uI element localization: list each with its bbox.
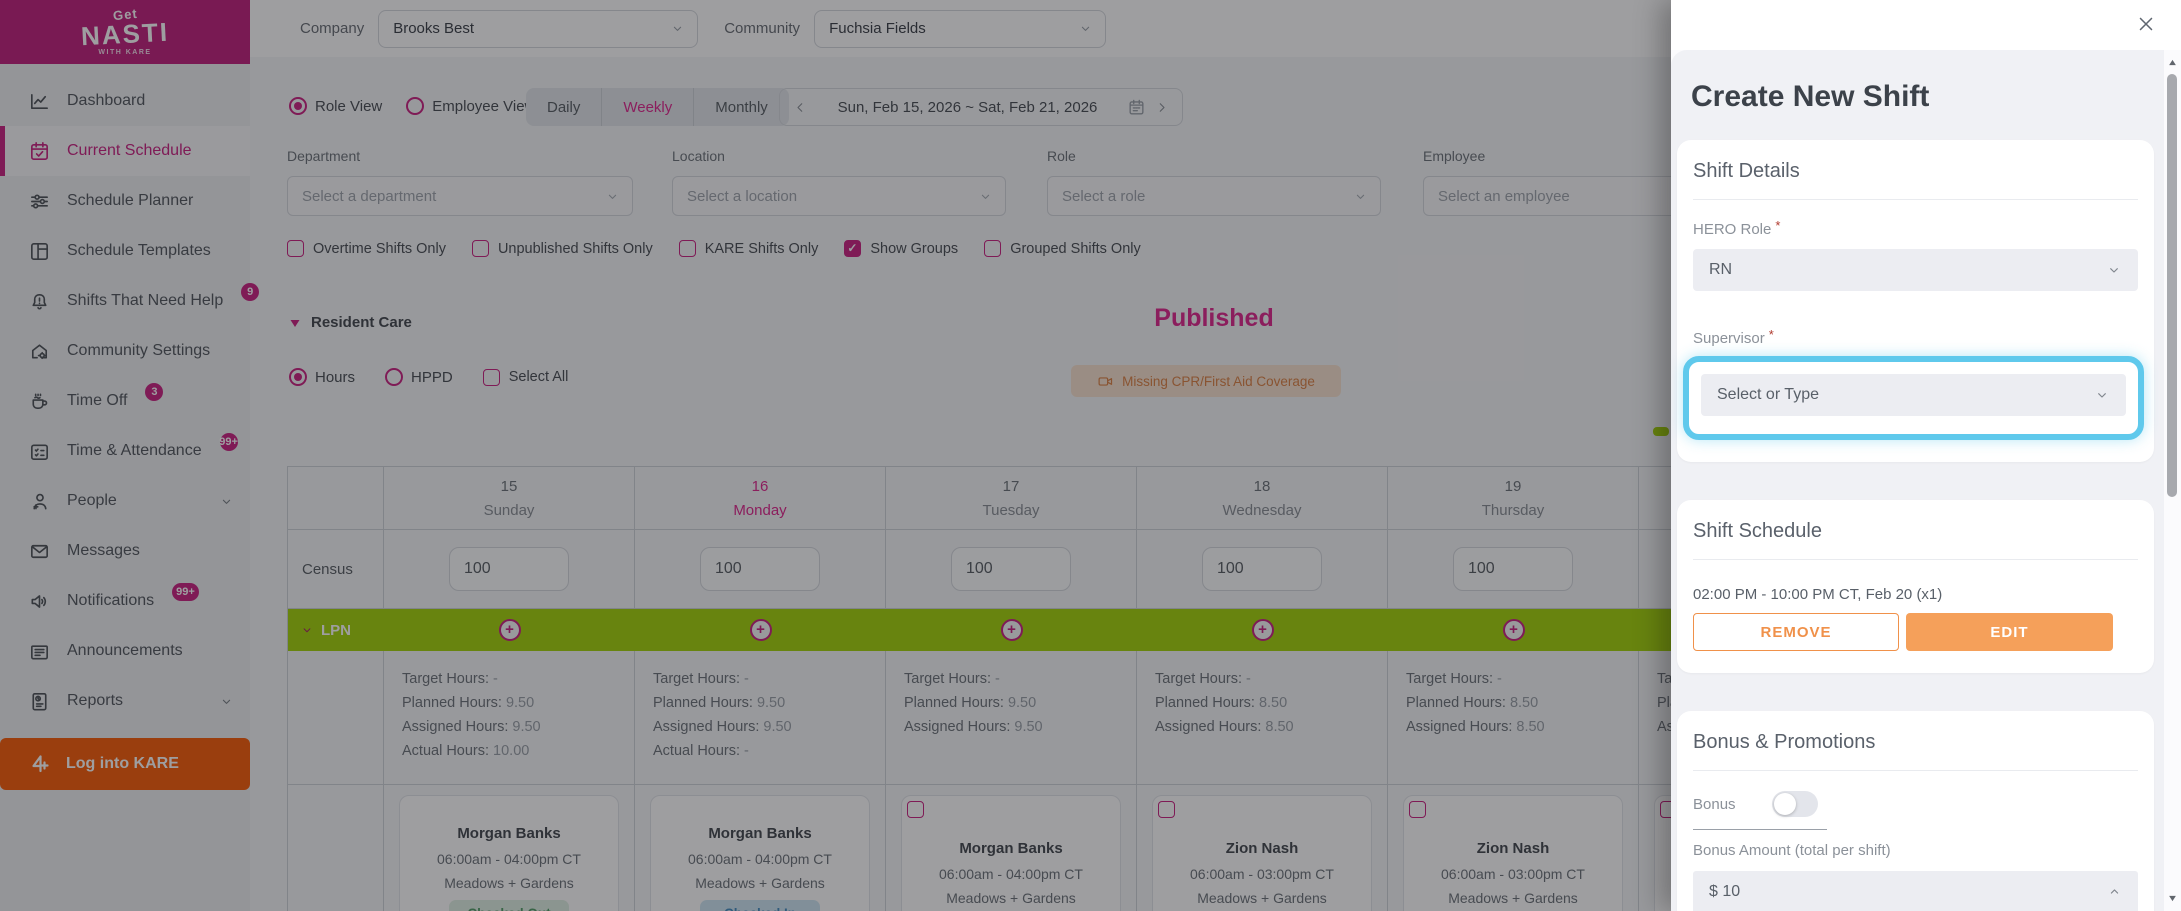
shift-schedule-heading: Shift Schedule <box>1693 520 2138 560</box>
drawer-header <box>1671 0 2181 50</box>
supervisor-select[interactable]: Select or Type <box>1701 374 2126 416</box>
scrollbar-thumb[interactable] <box>2167 74 2177 497</box>
shift-time-entry: 02:00 PM - 10:00 PM CT, Feb 20 (x1) <box>1693 586 1943 603</box>
supervisor-placeholder: Select or Type <box>1717 386 1819 403</box>
chevron-down-icon <box>2106 262 2122 278</box>
hero-role-value: RN <box>1709 261 1733 278</box>
drawer-title: Create New Shift <box>1691 80 1930 113</box>
shift-entry-actions: REMOVE EDIT <box>1693 613 2138 651</box>
shift-schedule-card: Shift Schedule 02:00 PM - 10:00 PM CT, F… <box>1677 500 2154 673</box>
bonus-label: Bonus <box>1693 795 1736 813</box>
shift-details-heading: Shift Details <box>1693 160 2138 200</box>
required-mark: * <box>1768 327 1774 342</box>
toggle-knob <box>1773 793 1796 815</box>
modal-overlay[interactable] <box>0 0 1671 911</box>
create-shift-drawer: Create New Shift Shift Details HERO Role… <box>1671 0 2181 911</box>
hero-role-label: HERO Role <box>1693 221 1772 238</box>
bonus-amount-label: Bonus Amount (total per shift) <box>1693 842 1891 859</box>
hero-role-select[interactable]: RN <box>1693 249 2138 291</box>
chevron-down-icon <box>2094 387 2110 403</box>
required-mark: * <box>1775 218 1781 233</box>
chevron-up-icon <box>2107 884 2122 899</box>
bonus-amount-input[interactable]: $ 10 <box>1693 871 2138 911</box>
bonus-promotions-card: Bonus & Promotions Bonus Bonus Amount (t… <box>1677 711 2154 911</box>
scroll-down-arrow-icon[interactable] <box>2167 894 2178 903</box>
close-icon[interactable] <box>2135 13 2157 35</box>
shift-details-card: Shift Details HERO Role * RN Supervisor * … <box>1677 140 2154 462</box>
app: Get NASTI WITH KARE Dashboard Current Sch… <box>0 0 2181 911</box>
bonus-amount-value: $ 10 <box>1709 882 1741 900</box>
bonus-toggle[interactable] <box>1771 791 1818 817</box>
scroll-up-arrow-icon[interactable] <box>2167 58 2178 67</box>
drawer-scrollbar[interactable] <box>2164 50 2181 911</box>
supervisor-label: Supervisor <box>1693 330 1765 347</box>
remove-button[interactable]: REMOVE <box>1693 613 1899 651</box>
bonus-heading: Bonus & Promotions <box>1693 731 2138 771</box>
edit-button[interactable]: EDIT <box>1906 613 2113 651</box>
bonus-toggle-row: Bonus <box>1693 791 2138 817</box>
bonus-underline <box>1693 829 1827 830</box>
drawer-body: Create New Shift Shift Details HERO Role… <box>1671 50 2164 911</box>
tour-highlight-box: Select or Type <box>1683 356 2144 440</box>
